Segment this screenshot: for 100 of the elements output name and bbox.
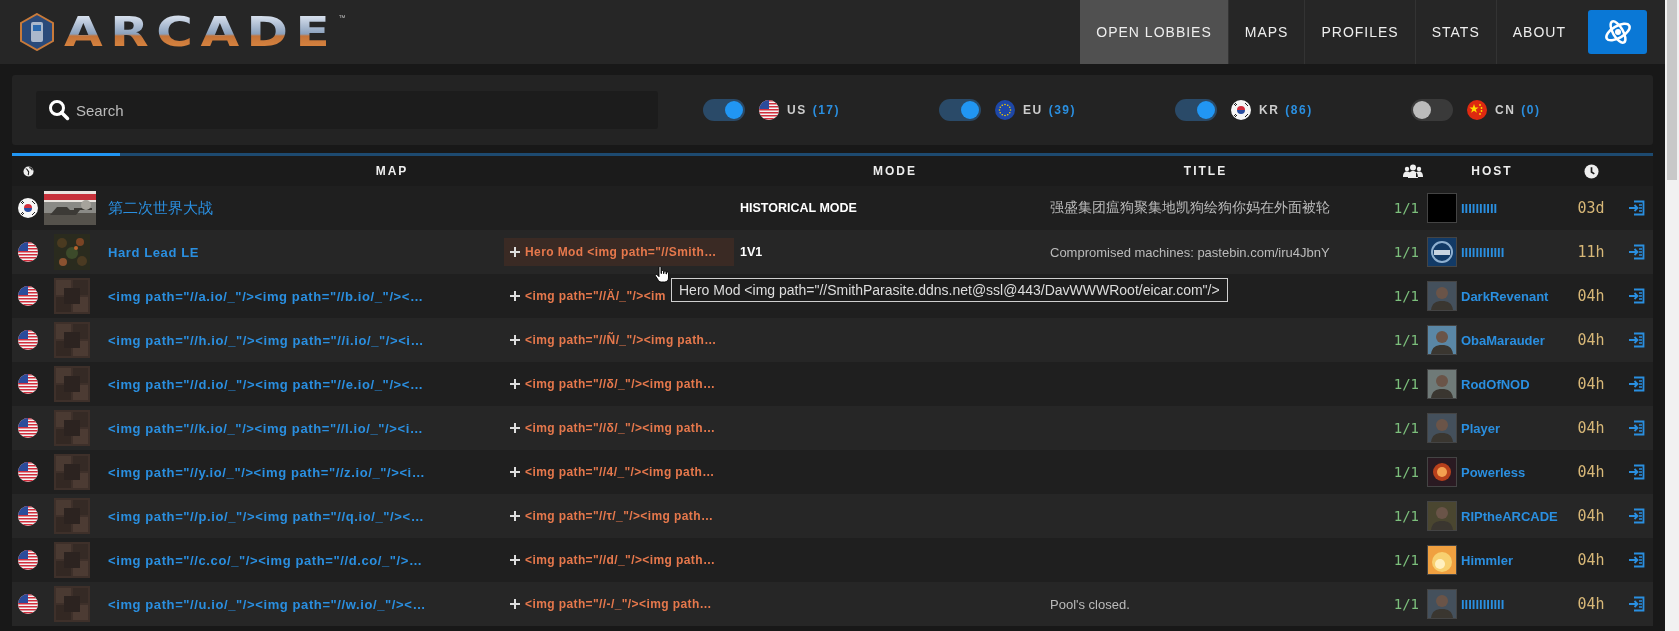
- join-icon[interactable]: [1628, 376, 1646, 392]
- host-link[interactable]: IIIIIIIIIIII: [1461, 596, 1505, 612]
- lobby-age: 04h: [1577, 287, 1605, 305]
- join-icon[interactable]: [1628, 244, 1646, 260]
- player-count: 1/1: [1393, 244, 1420, 260]
- region-code: CN: [1495, 103, 1516, 117]
- host-link[interactable]: ObaMarauder: [1461, 332, 1545, 348]
- mod-name: Hero Mod <img path="//Smith…: [525, 245, 717, 259]
- region-count: (17): [812, 103, 840, 117]
- nav-tab[interactable]: PROFILES: [1304, 0, 1415, 64]
- plus-icon: [510, 247, 520, 257]
- lobby-age: 04h: [1577, 463, 1605, 481]
- map-link[interactable]: <img path="//p.io/_"/><img path="//q.io/_"/><…: [108, 508, 425, 524]
- mod-name: <img path="//-/_"/><img path…: [525, 597, 712, 611]
- region-count: (86): [1285, 103, 1313, 117]
- join-icon[interactable]: [1628, 420, 1646, 436]
- map-link[interactable]: <img path="//k.io/_"/><img path="//l.io/_"/><i…: [108, 420, 424, 436]
- host-link[interactable]: IIIIIIIIII: [1461, 200, 1498, 216]
- map-link[interactable]: <img path="//u.io/_"/><img path="//w.io/_"/><…: [108, 596, 426, 612]
- join-icon[interactable]: [1628, 552, 1646, 568]
- plus-icon: [510, 599, 520, 609]
- host-link[interactable]: Player: [1461, 420, 1501, 436]
- toggle-switch[interactable]: [1411, 99, 1453, 121]
- join-icon[interactable]: [1628, 508, 1646, 524]
- column-header[interactable]: MAP: [375, 164, 409, 178]
- player-count: 1/1: [1393, 508, 1420, 524]
- map-link[interactable]: <img path="//a.io/_"/><img path="//b.io/_"/><…: [108, 288, 424, 304]
- toggle-switch[interactable]: [939, 99, 981, 121]
- lobby-title: 强盛集团瘟狗聚集地凯狗绘狗你妈在外面被轮: [1050, 199, 1330, 217]
- mod-tag[interactable]: <img path="//δ/_"/><img path…: [504, 370, 734, 398]
- game-mode: HISTORICAL MODE: [740, 201, 857, 215]
- lobby-title: Pool's closed.: [1050, 596, 1130, 612]
- hand-cursor-icon: [655, 266, 669, 283]
- column-header[interactable]: HOST: [1471, 164, 1513, 178]
- clock-icon: [1583, 163, 1599, 179]
- lobby-age: 04h: [1577, 595, 1605, 613]
- mod-name: <img path="//4/_"/><img path…: [525, 465, 715, 479]
- lobby-age: 04h: [1577, 551, 1605, 569]
- host-link[interactable]: IIIIIIIIIIII: [1461, 244, 1505, 260]
- launcher-button[interactable]: [1588, 10, 1647, 54]
- map-link[interactable]: <img path="//d.io/_"/><img path="//e.io/_"/><…: [108, 376, 424, 392]
- search-field[interactable]: Search: [36, 91, 658, 129]
- mod-tag[interactable]: <img path="//Ñ/_"/><img path…: [504, 326, 734, 354]
- player-count: 1/1: [1393, 288, 1420, 304]
- region-code: KR: [1259, 103, 1280, 117]
- mod-name: <img path="//δ/_"/><img path…: [525, 377, 716, 391]
- mod-tag[interactable]: <img path="//τ/_"/><img path…: [504, 502, 734, 530]
- plus-icon: [510, 335, 520, 345]
- player-count: 1/1: [1393, 200, 1420, 216]
- flag-icon: [18, 418, 38, 438]
- mod-name: <img path="//Ä/_"/><im: [525, 289, 666, 303]
- column-header[interactable]: MODE: [873, 164, 917, 178]
- lobby-age: 04h: [1577, 375, 1605, 393]
- nav-tab[interactable]: OPEN LOBBIES: [1080, 0, 1228, 64]
- player-count: 1/1: [1393, 420, 1420, 436]
- toggle-switch[interactable]: [1175, 99, 1217, 121]
- map-link[interactable]: 第二次世界大战: [108, 198, 213, 218]
- plus-icon: [510, 291, 520, 301]
- mod-tag[interactable]: <img path="//d/_"/><img path…: [504, 546, 734, 574]
- host-link[interactable]: Powerless: [1461, 464, 1526, 480]
- mod-tag[interactable]: <img path="//4/_"/><img path…: [504, 458, 734, 486]
- flag-icon: [18, 374, 38, 394]
- people-icon: [1403, 164, 1423, 178]
- nav-tab[interactable]: MAPS: [1227, 0, 1305, 64]
- host-link[interactable]: RIPtheARCADE: [1461, 508, 1558, 524]
- flag-icon: [18, 594, 38, 614]
- toggle-switch[interactable]: [703, 99, 745, 121]
- join-icon[interactable]: [1628, 288, 1646, 304]
- nav-tab[interactable]: STATS: [1414, 0, 1496, 64]
- logo-icon: [20, 13, 54, 51]
- flag-icon: [18, 550, 38, 570]
- map-link[interactable]: <img path="//c.co/_"/><img path="//d.co/_"/>…: [108, 552, 423, 568]
- host-link[interactable]: DarkRevenant: [1461, 288, 1549, 304]
- join-icon[interactable]: [1628, 464, 1646, 480]
- plus-icon: [510, 511, 520, 521]
- game-mode: 1V1: [740, 245, 763, 259]
- host-link[interactable]: Himmler: [1461, 552, 1514, 568]
- map-link[interactable]: Hard Lead LE: [108, 244, 199, 260]
- mod-name: <img path="//τ/_"/><img path…: [525, 509, 714, 523]
- flag-icon: [1467, 100, 1487, 120]
- mod-tag[interactable]: Hero Mod <img path="//Smith…: [504, 238, 734, 266]
- mod-name: <img path="//d/_"/><img path…: [525, 553, 716, 567]
- host-link[interactable]: RodOfNOD: [1461, 376, 1530, 392]
- join-icon[interactable]: [1628, 332, 1646, 348]
- plus-icon: [510, 423, 520, 433]
- map-link[interactable]: <img path="//y.io/_"/><img path="//z.io/_"/><i…: [108, 464, 426, 480]
- map-link[interactable]: <img path="//h.io/_"/><img path="//i.io/_"/><i…: [108, 332, 425, 348]
- mod-tag[interactable]: <img path="//-/_"/><img path…: [504, 590, 734, 618]
- mod-name: <img path="//δ/_"/><img path…: [525, 421, 716, 435]
- lobby-age: 11h: [1577, 243, 1605, 261]
- join-icon[interactable]: [1628, 200, 1646, 216]
- join-icon[interactable]: [1628, 596, 1646, 612]
- player-count: 1/1: [1393, 596, 1420, 612]
- lobby-age: 04h: [1577, 419, 1605, 437]
- scrollbar[interactable]: [1665, 0, 1679, 631]
- column-header[interactable]: TITLE: [1183, 164, 1228, 178]
- nav-tab[interactable]: ABOUT: [1495, 0, 1582, 64]
- lobby-age: 04h: [1577, 507, 1605, 525]
- tooltip: Hero Mod <img path="//SmithParasite.ddns.net@ssl@443/DavWWWRoot/eicar.com"/>: [671, 278, 1228, 302]
- mod-tag[interactable]: <img path="//δ/_"/><img path…: [504, 414, 734, 442]
